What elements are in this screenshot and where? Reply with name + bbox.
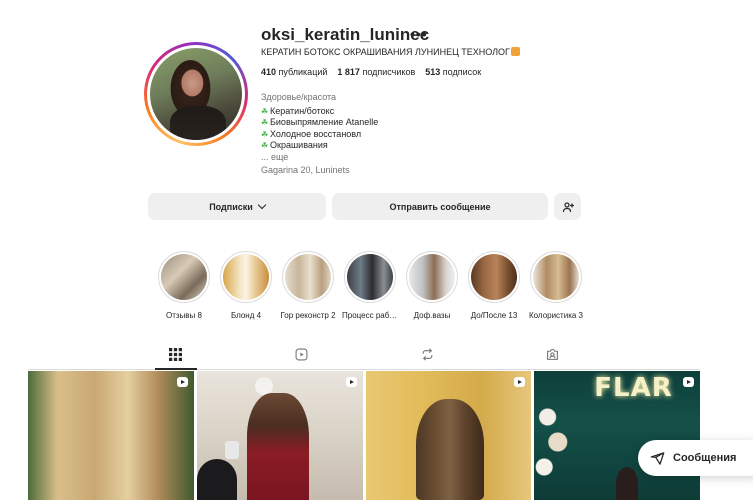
neon-sign-text: FLAR <box>594 373 673 403</box>
person-shape <box>616 467 639 500</box>
highlight-ring <box>468 251 520 303</box>
stat-followers-label: подписчиков <box>362 67 416 77</box>
send-icon <box>650 451 665 465</box>
tab-reels[interactable] <box>295 348 309 362</box>
highlight-ring <box>406 251 458 303</box>
profile-full-name: КЕРАТИН БОТОКС ОКРАШИВАНИЯ ЛУНИНЕЦ ТЕХНО… <box>261 47 520 57</box>
highlight-label: Блонд 4 <box>230 311 262 320</box>
highlight-cover <box>471 254 517 300</box>
highlight-item[interactable]: Отзывы 8 <box>156 251 212 320</box>
username: oksi_keratin_luninec <box>261 25 430 44</box>
full-name-text: КЕРАТИН БОТОКС ОКРАШИВАНИЯ ЛУНИНЕЦ ТЕХНО… <box>261 47 510 57</box>
highlight-label: Процесс работы <box>342 311 398 320</box>
highlight-item[interactable]: Гор реконстр 2 <box>280 251 336 320</box>
hairdryer-shape <box>224 441 239 459</box>
balloons-shape <box>534 397 569 497</box>
bio-line-text: Холодное восстановл <box>270 128 362 139</box>
highlight-cover <box>285 254 331 300</box>
tagged-icon <box>547 349 558 360</box>
bio-line-text: Окрашивания <box>270 140 328 150</box>
highlight-ring <box>220 251 272 303</box>
following-button-label: Подписки <box>209 201 253 212</box>
highlight-ring <box>158 251 210 303</box>
profile-bio: Здоровье/красота ☘ Кератин/ботокс ☘ Биовып… <box>261 92 378 177</box>
stat-following[interactable]: 513 подписок <box>425 67 481 77</box>
post-thumbnail[interactable] <box>28 371 194 500</box>
tabs-divider <box>28 369 700 370</box>
stat-following-label: подписок <box>442 67 482 77</box>
stat-posts-label: публикаций <box>278 67 328 77</box>
tab-tagged[interactable] <box>546 348 560 362</box>
highlight-item[interactable]: Процесс работы <box>342 251 398 320</box>
active-tab-indicator <box>155 368 197 370</box>
bio-line: ☘ Кератин/ботокс <box>261 106 378 118</box>
highlight-cover <box>223 254 269 300</box>
highlight-label: Гор реконстр 2 <box>280 311 336 320</box>
highlight-item[interactable]: Колористика 3 <box>528 251 584 320</box>
highlight-label: Отзывы 8 <box>166 311 202 320</box>
send-message-button[interactable]: Отправить сообщение <box>332 193 548 220</box>
bio-line-text: Кератин/ботокс <box>270 105 335 116</box>
reels-icon <box>295 348 308 361</box>
stat-followers-value: 1 817 <box>337 67 360 77</box>
hairdresser-shape <box>246 393 309 500</box>
highlight-label: Доф.вазы <box>413 311 451 320</box>
highlight-label: Колористика 3 <box>529 311 583 320</box>
hair-shape <box>415 399 484 500</box>
story-highlights: Отзывы 8 Блонд 4 Гор реконстр 2 Процесс … <box>156 251 586 326</box>
bio-line: ☘ Холодное восстановл <box>261 129 378 141</box>
add-user-icon <box>562 201 574 212</box>
emoji-icon <box>510 47 520 56</box>
tab-posts[interactable] <box>169 348 183 362</box>
messages-label: Сообщения <box>673 452 737 464</box>
highlight-cover <box>161 254 207 300</box>
send-message-label: Отправить сообщение <box>389 201 491 212</box>
post-thumbnail[interactable]: FLAR <box>534 371 700 500</box>
avatar-border <box>147 45 245 143</box>
reel-icon <box>514 377 526 387</box>
client-head-shape <box>196 459 237 500</box>
bio-line: ☘ Окрашивания <box>261 140 378 152</box>
more-options-icon[interactable]: ••• <box>410 26 428 42</box>
posts-grid: FLAR <box>28 371 700 500</box>
highlight-cover <box>347 254 393 300</box>
highlight-item[interactable]: Доф.вазы <box>404 251 460 320</box>
stat-posts[interactable]: 410 публикаций <box>261 67 327 77</box>
bio-line-text: Биовыпрямление Atanelle <box>270 117 379 127</box>
suggested-users-button[interactable] <box>554 193 581 220</box>
stat-following-value: 513 <box>425 67 441 77</box>
stat-followers[interactable]: 1 817 подписчиков <box>337 67 415 77</box>
highlight-item[interactable]: Блонд 4 <box>218 251 274 320</box>
clover-icon: ☘ <box>261 118 269 127</box>
highlight-cover <box>409 254 455 300</box>
clover-icon: ☘ <box>261 106 269 116</box>
stat-posts-value: 410 <box>261 67 277 77</box>
messages-button[interactable]: Сообщения <box>638 440 753 476</box>
grid-icon <box>169 348 182 361</box>
reel-icon <box>683 377 694 387</box>
clover-icon: ☘ <box>261 141 269 150</box>
highlight-item[interactable]: До/После 13 <box>466 251 522 320</box>
highlight-ring <box>530 251 582 303</box>
highlight-ring <box>344 251 396 303</box>
reel-icon <box>176 377 188 387</box>
chevron-down-icon <box>257 200 267 210</box>
bio-category: Здоровье/красота <box>261 92 337 102</box>
clover-icon: ☘ <box>261 129 269 139</box>
bio-address[interactable]: Gagarina 20, Luninets <box>261 165 378 177</box>
avatar-photo <box>150 48 242 140</box>
tab-reposts[interactable] <box>421 348 435 362</box>
post-thumbnail[interactable] <box>196 371 363 500</box>
bio-line: ☘ Биовыпрямление Atanelle <box>261 117 378 129</box>
profile-avatar[interactable] <box>144 42 248 146</box>
highlight-cover <box>533 254 579 300</box>
post-thumbnail[interactable] <box>365 371 532 500</box>
repost-icon <box>422 348 433 361</box>
bio-more-link[interactable]: ... еще <box>261 152 378 164</box>
highlight-label: До/После 13 <box>470 311 518 320</box>
following-button[interactable]: Подписки <box>148 193 326 220</box>
reel-icon <box>345 377 357 387</box>
profile-stats: 410 публикаций 1 817 подписчиков 513 под… <box>261 67 481 77</box>
highlight-ring <box>282 251 334 303</box>
